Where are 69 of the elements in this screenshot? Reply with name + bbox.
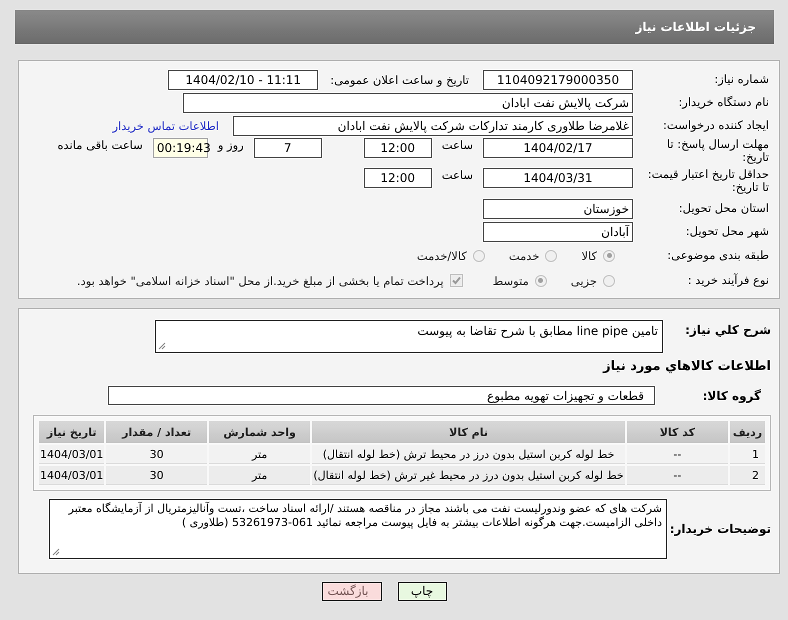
field-label: تاریخ و ساعت اعلان عمومی: xyxy=(330,72,469,86)
field-label: ساعت xyxy=(442,138,473,152)
column-header: کد کالا xyxy=(626,421,728,443)
radio-button[interactable] xyxy=(472,250,485,262)
column-header: تعداد / مقدار xyxy=(106,421,207,443)
table-cell: متر xyxy=(208,466,310,485)
text-field[interactable]: 1404/02/17 xyxy=(483,138,633,158)
option-label: کالا xyxy=(581,248,597,262)
contact-link[interactable]: اطلاعات تماس خریدار xyxy=(112,118,219,132)
resize-grip-icon[interactable] xyxy=(52,548,60,556)
table-cell: خط لوله کربن استیل بدون درز در محیط غیر ترش (خط لوله انتقال) xyxy=(312,466,625,485)
text-field[interactable]: خوزستان xyxy=(483,198,633,218)
field-label: ساعت xyxy=(442,168,473,182)
table-cell: -- xyxy=(626,466,728,485)
back-button[interactable]: بازگشت xyxy=(322,582,382,601)
text-area[interactable]: شرکت های که عضو وندورلیست نفت می باشند مجاز در مناقصه هستند /ارائه اسناد ساخت ،تست وآنالیزمتریال از آزمایشگاه معتبر داخلی الزامیست.جهت هرگونه اطلاعات بیشتر به فایل پیوست مراجعه نمائید 061-53261973 (طلاوری ) xyxy=(49,499,667,559)
text-field[interactable]: غلامرضا طلاوری کارمند تدارکات شرکت پالایش نفت ابادان xyxy=(233,116,633,136)
column-header: واحد شمارش xyxy=(208,421,310,443)
column-header: ردیف xyxy=(730,421,765,443)
text-area[interactable]: تامین line pipe مطابق با شرح تقاضا به پیوست xyxy=(155,320,663,353)
resize-grip-icon[interactable] xyxy=(158,342,166,350)
print-button[interactable]: چاپ xyxy=(398,582,446,601)
field-label: گروه کالا: xyxy=(702,388,762,402)
text-field[interactable]: 12:00 xyxy=(364,168,432,188)
field-label: مهلت ارسال پاسخ: تا تاریخ: xyxy=(666,138,769,164)
field-label: توضیحات خریدار: xyxy=(668,522,771,536)
page-title: جزئیات اطلاعات نیاز xyxy=(635,20,756,34)
table-cell: 1404/03/01 xyxy=(39,466,104,485)
table-cell: متر xyxy=(208,445,310,464)
table-cell: خط لوله کربن استیل بدون درز در محیط ترش (خط لوله انتقال) xyxy=(312,445,625,464)
column-header: تاریخ نیاز xyxy=(39,421,104,443)
field-label: نوع فرآیند خرید : xyxy=(686,274,769,287)
checkbox[interactable] xyxy=(450,274,463,287)
table-cell: 30 xyxy=(106,466,207,485)
column-header: نام کالا xyxy=(312,421,625,443)
radio-button[interactable] xyxy=(603,274,615,286)
text-field[interactable]: 12:00 xyxy=(364,138,432,158)
option-label: خدمت xyxy=(508,248,540,262)
text-field[interactable]: قطعات و تجهیزات تهویه مطبوع xyxy=(108,386,655,405)
field-label: شماره نیاز: xyxy=(713,73,769,86)
text-field[interactable]: 1104092179000350 xyxy=(483,70,633,90)
field-label: شرح کلي نياز: xyxy=(684,322,771,337)
text-field[interactable]: 7 xyxy=(254,138,322,158)
option-label: کالا/خدمت xyxy=(416,248,467,262)
table-cell: 1404/03/01 xyxy=(39,445,104,464)
field-label: استان محل تحویل: xyxy=(678,202,769,215)
text-field[interactable]: 1404/02/10 - 11:11 xyxy=(168,70,318,90)
table-cell: 30 xyxy=(106,445,207,464)
field-label: طبقه بندی موضوعی: xyxy=(666,249,769,262)
table-cell: 2 xyxy=(730,466,765,485)
table-cell: -- xyxy=(626,445,728,464)
table-cell: 1 xyxy=(730,445,765,464)
text-field[interactable]: 00:19:43 xyxy=(152,138,208,158)
field-label: روز و xyxy=(218,138,244,152)
radio-button[interactable] xyxy=(603,250,615,262)
field-label: حداقل تاریخ اعتبار قیمت: تا تاریخ: xyxy=(646,168,769,194)
field-label: نام دستگاه خریدار: xyxy=(677,96,769,109)
section-heading: اطلاعات کالاهاي مورد نياز xyxy=(602,359,771,374)
text-field[interactable]: شرکت پالایش نفت ابادان xyxy=(183,92,633,112)
option-label: متوسط xyxy=(492,274,529,288)
radio-button[interactable] xyxy=(534,274,547,286)
radio-button[interactable] xyxy=(545,250,558,262)
text-field[interactable]: 1404/03/31 xyxy=(483,168,633,188)
field-label: شهر محل تحویل: xyxy=(684,225,769,238)
text-field[interactable]: آبادان xyxy=(483,222,633,242)
option-label: جزیی xyxy=(570,274,597,288)
field-label: ایجاد کننده درخواست: xyxy=(662,119,769,132)
field-label: ساعت باقی مانده xyxy=(58,138,143,152)
checkbox-label: پرداخت تمام یا بخشی از مبلغ خرید.از محل "اسناد خزانه اسلامی" خواهد بود. xyxy=(76,274,444,288)
